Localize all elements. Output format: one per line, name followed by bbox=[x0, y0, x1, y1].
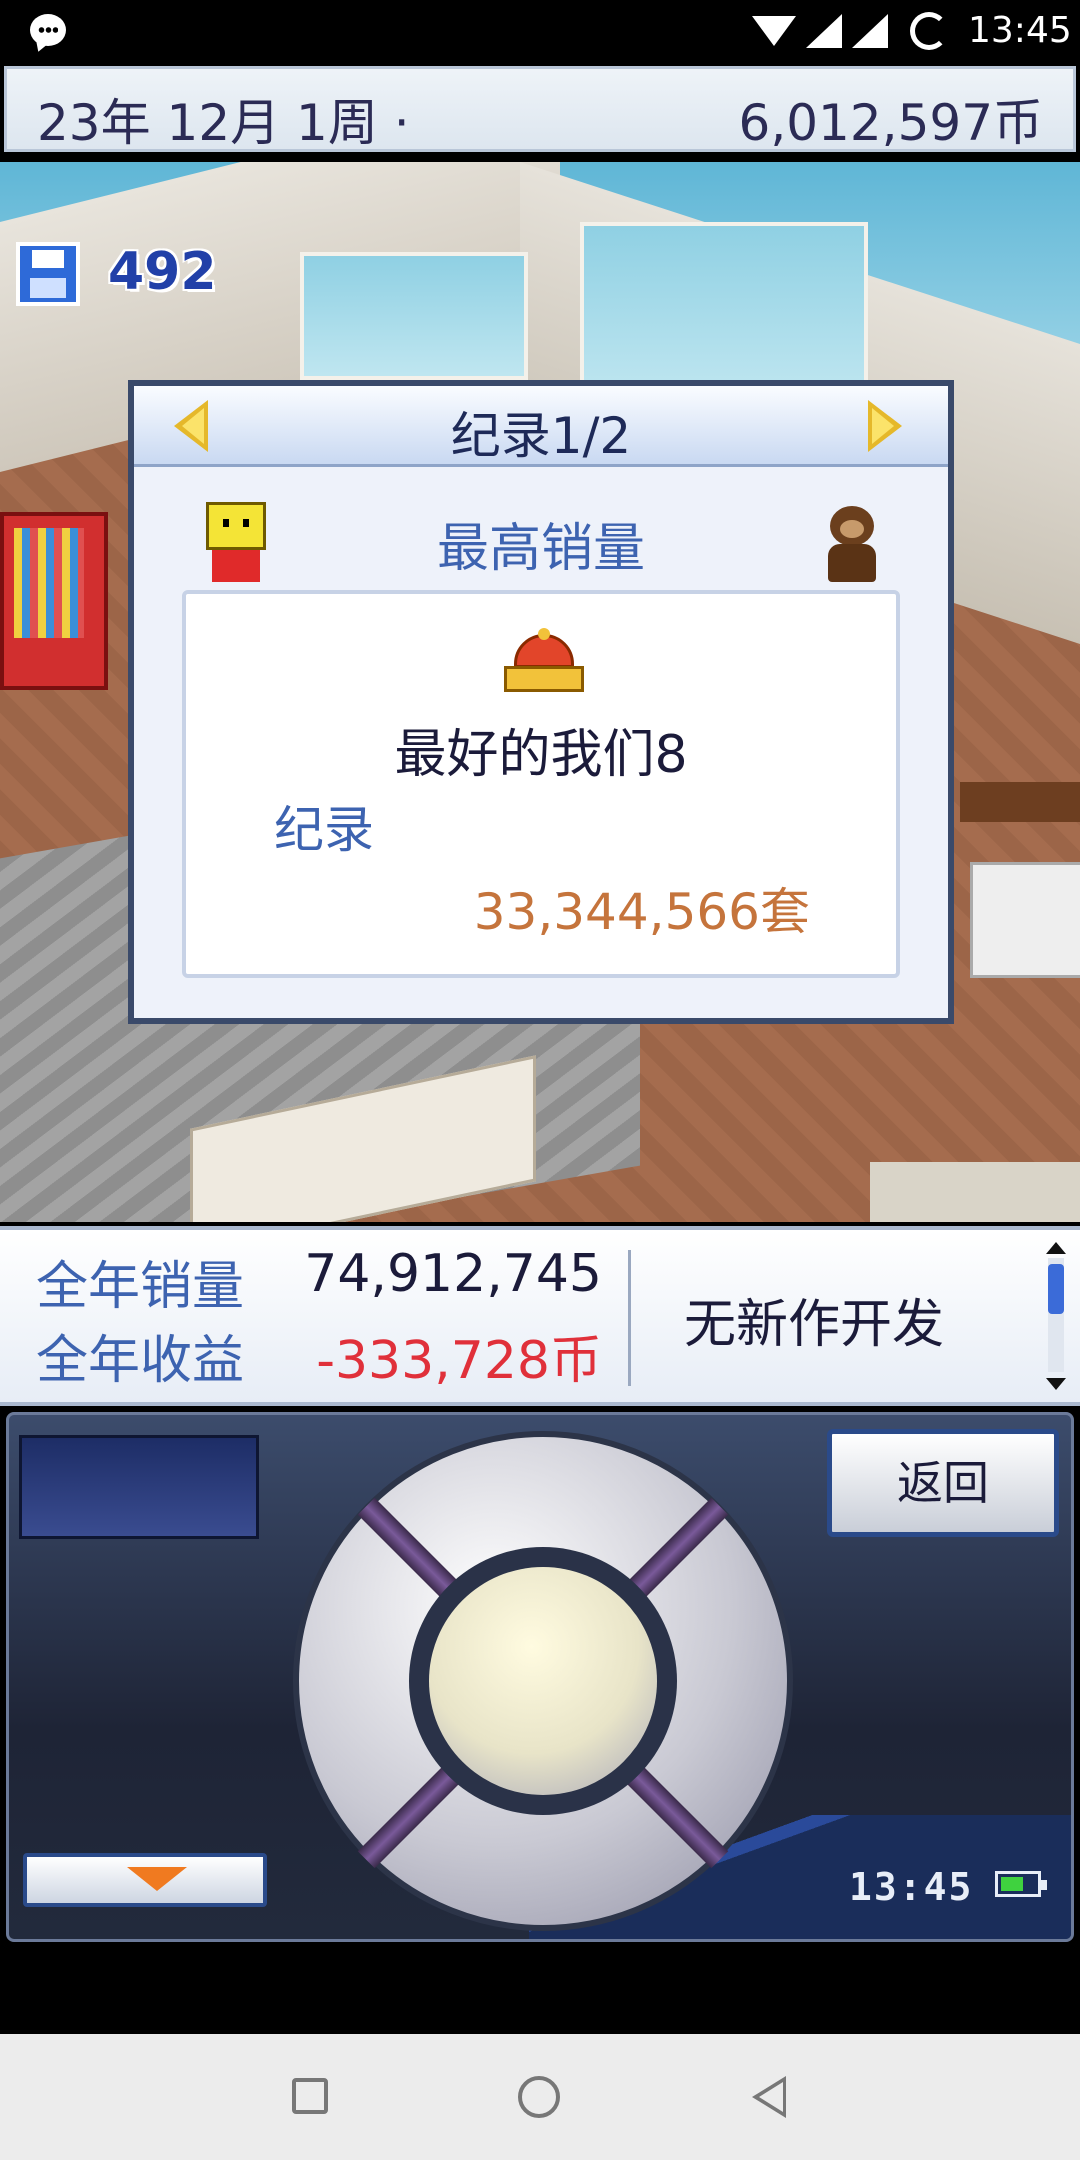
annual-sales-value: 74,912,745 bbox=[304, 1244, 602, 1304]
annual-income-label: 全年收益 bbox=[36, 1331, 245, 1391]
status-bar: 13:45 bbox=[0, 0, 1080, 62]
record-dialog-header: 纪录1/2 bbox=[134, 386, 948, 467]
scroll-up-icon[interactable] bbox=[1046, 1242, 1066, 1254]
scroll-thumb[interactable] bbox=[1048, 1264, 1064, 1314]
annual-sales-label: 全年销量 bbox=[36, 1257, 245, 1317]
confirm-button[interactable] bbox=[429, 1567, 657, 1795]
game-controller: 返回 13:45 bbox=[6, 1412, 1074, 1942]
record-game-name: 最好的我们8 bbox=[394, 725, 688, 785]
record-dialog-title: 纪录1/2 bbox=[450, 407, 632, 465]
monkey-character bbox=[824, 506, 880, 582]
status-time: 13:45 bbox=[968, 10, 1072, 51]
floppy-disk-icon bbox=[16, 242, 80, 306]
square-icon bbox=[292, 2078, 328, 2114]
signal-icon bbox=[852, 14, 888, 48]
window bbox=[580, 222, 868, 400]
triangle-back-icon bbox=[752, 2076, 786, 2118]
directional-pad[interactable] bbox=[293, 1431, 793, 1931]
money-balance: 6,012,597币 bbox=[738, 94, 1043, 152]
vending-machine bbox=[0, 512, 108, 690]
cubicle bbox=[970, 862, 1080, 978]
annual-stats-panel: 全年销量 74,912,745 全年收益 -333,728币 无新作开发 bbox=[0, 1226, 1080, 1406]
bench bbox=[960, 782, 1080, 822]
window bbox=[300, 252, 528, 380]
scroll-down-icon[interactable] bbox=[1046, 1378, 1066, 1390]
game-date: 23年 12月 1周 · bbox=[37, 94, 410, 152]
battery-icon bbox=[995, 1871, 1047, 1897]
stats-scrollbar[interactable] bbox=[1044, 1242, 1068, 1392]
back-button[interactable]: 返回 bbox=[827, 1429, 1059, 1537]
menu-button[interactable] bbox=[19, 1435, 259, 1539]
sync-icon bbox=[910, 12, 948, 50]
nav-back-button[interactable] bbox=[730, 2062, 810, 2132]
record-card: 最好的我们8 纪录 33,344,566套 bbox=[182, 590, 900, 978]
expand-down-button[interactable] bbox=[23, 1853, 267, 1907]
game-screen: 23年 12月 1周 · 6,012,597币 492 纪录1/2 最高销量 最… bbox=[0, 62, 1080, 1942]
shelf bbox=[870, 1162, 1080, 1222]
development-status: 无新作开发 bbox=[684, 1295, 945, 1355]
divider bbox=[628, 1250, 631, 1386]
crown-icon bbox=[504, 628, 584, 692]
chevron-down-icon bbox=[127, 1867, 187, 1891]
recent-apps-button[interactable] bbox=[272, 2062, 352, 2132]
navigation-bar bbox=[0, 2034, 1080, 2160]
next-arrow-icon[interactable] bbox=[868, 400, 902, 452]
save-count: 492 bbox=[108, 242, 217, 302]
record-label: 纪录 bbox=[274, 801, 374, 859]
message-icon bbox=[30, 14, 66, 46]
signal-icon bbox=[806, 14, 842, 48]
record-value: 33,344,566套 bbox=[473, 883, 810, 941]
record-dialog: 纪录1/2 最高销量 最好的我们8 纪录 33,344,566套 bbox=[128, 380, 954, 1024]
circle-icon bbox=[518, 2076, 560, 2118]
home-button[interactable] bbox=[500, 2062, 580, 2132]
annual-income-value: -333,728币 bbox=[316, 1331, 602, 1391]
date-money-bar: 23年 12月 1周 · 6,012,597币 bbox=[4, 66, 1076, 152]
controller-time: 13:45 bbox=[849, 1865, 974, 1909]
wifi-icon bbox=[752, 16, 796, 46]
